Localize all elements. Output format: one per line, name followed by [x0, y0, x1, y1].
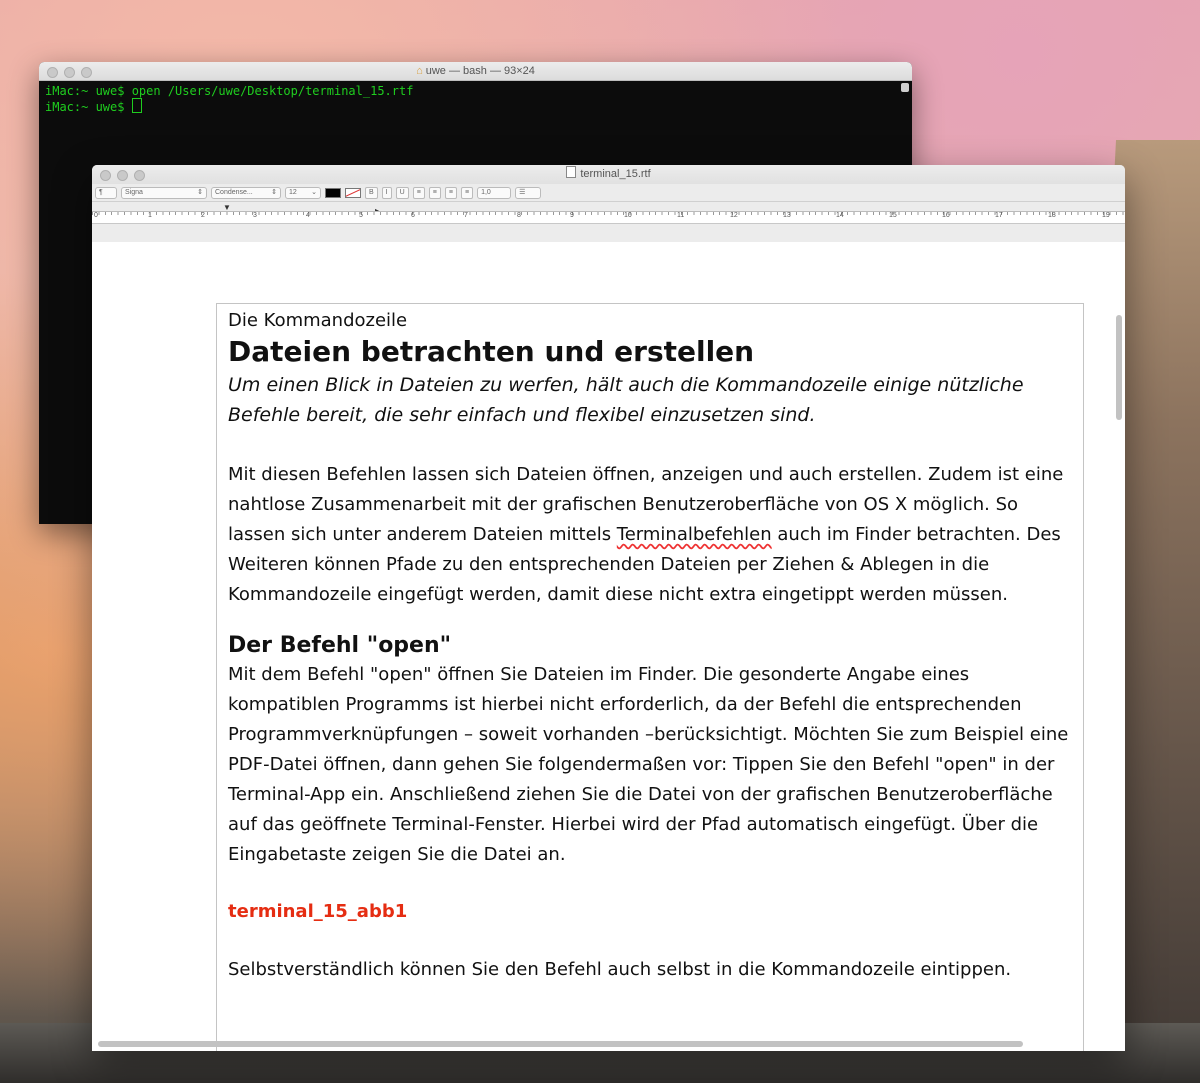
ruler-number: 11 — [677, 212, 685, 219]
zoom-button[interactable] — [134, 170, 145, 181]
ruler-number: 17 — [995, 212, 1003, 219]
font-family-popup[interactable]: Signa ⇕ — [121, 186, 207, 199]
ruler-number: 3 — [253, 212, 257, 219]
ruler-number: 10 — [624, 212, 632, 219]
terminal-prompt-line[interactable]: iMac:~ uwe$ — [45, 98, 906, 114]
document-scroll-area[interactable]: Die Kommandozeile Dateien betrachten und… — [92, 242, 1125, 1051]
chevron-updown-icon: ⇕ — [271, 188, 277, 196]
minimize-button[interactable] — [117, 170, 128, 181]
chevron-updown-icon: ⇕ — [197, 188, 203, 196]
terminal-title: uwe — bash — 93×24 — [425, 65, 535, 77]
ruler-number: 9 — [570, 212, 574, 219]
close-button[interactable] — [100, 170, 111, 181]
close-button[interactable] — [47, 67, 58, 78]
font-size-label: 12 — [289, 188, 297, 196]
font-family-label: Signa — [125, 188, 143, 196]
align-center-icon[interactable]: ≡ — [428, 186, 441, 199]
cursor-icon — [131, 98, 142, 113]
background-color-well[interactable] — [345, 187, 361, 198]
doc-kicker: Die Kommandozeile — [228, 310, 408, 331]
paragraph-style-popup[interactable]: ¶ — [95, 186, 117, 199]
ruler-number: 2 — [201, 212, 205, 219]
align-justify-icon[interactable]: ≡ — [460, 186, 474, 199]
misspelled-word[interactable]: Terminalbefehlen — [617, 524, 772, 545]
paragraph-style-label: ¶ — [99, 188, 103, 196]
document-text[interactable]: Die Kommandozeile Dateien betrachten und… — [217, 304, 1083, 985]
horizontal-scrollbar[interactable] — [98, 1041, 1023, 1047]
scrollbar-toggle-icon[interactable] — [901, 83, 909, 92]
window-controls — [100, 170, 145, 181]
ruler-number: 14 — [836, 212, 844, 219]
window-controls — [47, 67, 92, 78]
ruler-number: 0 — [94, 212, 98, 219]
doc-paragraph-1: Mit diesen Befehlen lassen sich Dateien … — [228, 460, 1071, 610]
figure-label: terminal_15_abb1 — [228, 901, 408, 922]
document-icon — [566, 166, 577, 178]
ruler-number: 5 — [359, 212, 363, 219]
home-icon: ⌂ — [416, 65, 423, 77]
doc-title: Dateien betrachten und erstellen — [228, 335, 755, 368]
ruler-number: 13 — [783, 212, 791, 219]
font-style-popup[interactable]: Condense... ⇕ — [211, 186, 281, 199]
format-toolbar: ¶ Signa ⇕ Condense... ⇕ 12 ⌄ B I U ≡ ≡ ≡ ≡ … — [92, 184, 1125, 202]
ruler-number: 6 — [411, 212, 415, 219]
list-style-popup[interactable]: ☰ — [515, 186, 542, 199]
ruler-number: 8 — [517, 212, 521, 219]
doc-lead: Um einen Blick in Dateien zu werfen, häl… — [228, 374, 1024, 426]
ruler-number: 18 — [1048, 212, 1056, 219]
document-page[interactable]: Die Kommandozeile Dateien betrachten und… — [216, 303, 1084, 1051]
ruler-number: 12 — [730, 212, 738, 219]
ruler-number: 4 — [306, 212, 310, 219]
ruler-number: 7 — [464, 212, 468, 219]
doc-paragraph-2: Mit dem Befehl "open" öffnen Sie Dateien… — [228, 664, 1069, 865]
minimize-button[interactable] — [64, 67, 75, 78]
align-right-icon[interactable]: ≡ — [444, 186, 457, 199]
vertical-scrollbar[interactable] — [1116, 315, 1122, 420]
italic-button[interactable]: I — [381, 186, 392, 199]
ruler-number: 16 — [942, 212, 950, 219]
bold-button[interactable]: B — [365, 186, 378, 199]
font-size-field[interactable]: 12 ⌄ — [285, 186, 321, 199]
textedit-titlebar[interactable]: terminal_15.rtf — [92, 165, 1125, 184]
ruler-track[interactable] — [92, 211, 1125, 223]
line-spacing-label: 1,0 — [481, 188, 491, 196]
ruler-number: 19 — [1102, 212, 1110, 219]
ruler[interactable]: ▼ ▸ 0 1 2 3 4 5 6 7 8 9 10 11 12 13 14 1… — [92, 202, 1125, 224]
list-icon: ☰ — [519, 188, 526, 196]
align-left-icon[interactable]: ≡ — [412, 186, 425, 199]
document-title: terminal_15.rtf — [580, 168, 651, 180]
ruler-number: 1 — [148, 212, 152, 219]
doc-paragraph-3: Selbstverständlich können Sie den Befehl… — [228, 959, 1012, 980]
ruler-number: 15 — [889, 212, 897, 219]
zoom-button[interactable] — [81, 67, 92, 78]
textedit-window[interactable]: terminal_15.rtf ¶ Signa ⇕ Condense... ⇕ 12… — [92, 165, 1125, 1051]
font-style-label: Condense... — [215, 188, 253, 196]
underline-button[interactable]: U — [395, 186, 409, 199]
terminal-titlebar[interactable]: ⌂ uwe — bash — 93×24 — [39, 62, 912, 81]
line-spacing-popup[interactable]: 1,0 — [477, 186, 512, 199]
terminal-prompt: iMac:~ uwe$ — [45, 100, 132, 114]
terminal-line: iMac:~ uwe$ open /Users/uwe/Desktop/term… — [45, 84, 414, 98]
doc-heading-open: Der Befehl "open" — [228, 633, 452, 658]
text-color-well[interactable] — [325, 187, 341, 198]
chevron-down-icon: ⌄ — [311, 188, 317, 196]
